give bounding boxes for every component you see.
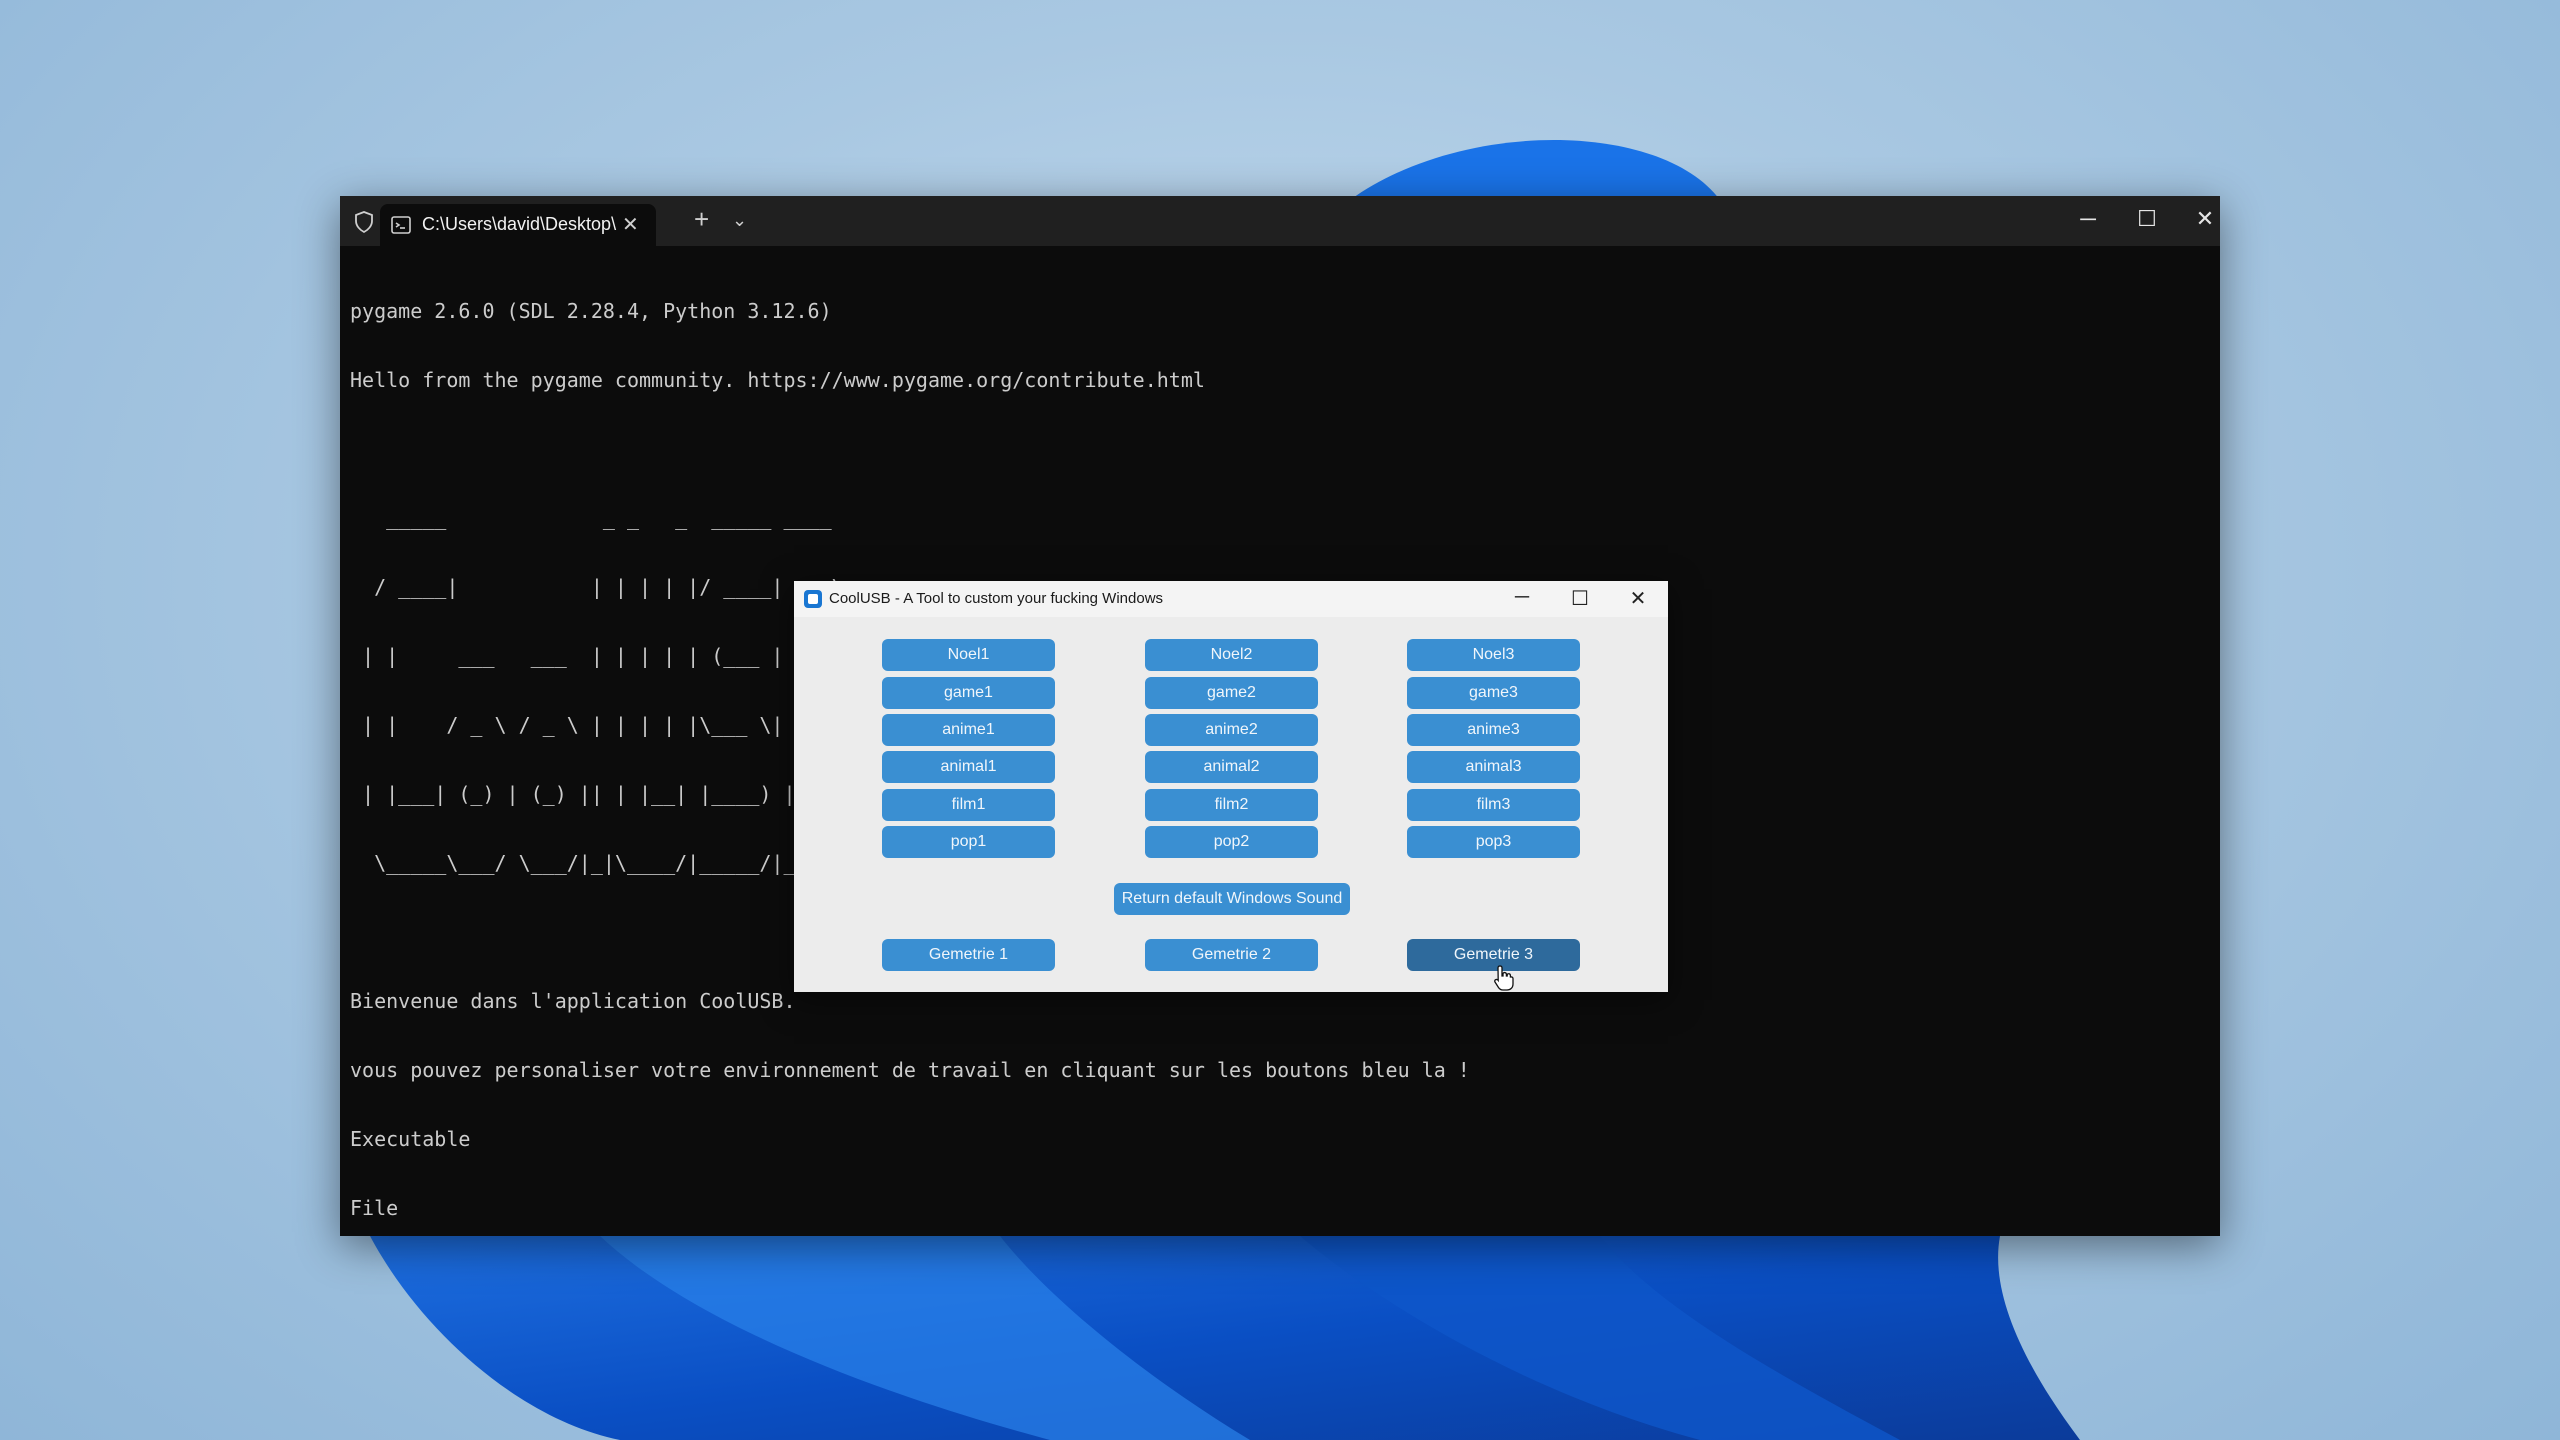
terminal-icon [391,216,411,234]
anime3-button[interactable]: anime3 [1407,714,1580,746]
pop3-button[interactable]: pop3 [1407,826,1580,858]
dialog-close-button[interactable]: ✕ [1623,586,1653,611]
terminal-line: vous pouvez personaliser votre environne… [350,1058,1470,1082]
coolusb-dialog: CoolUSB - A Tool to custom your fucking … [794,581,1668,992]
maximize-button[interactable]: ☐ [2132,206,2162,232]
dialog-titlebar: CoolUSB - A Tool to custom your fucking … [794,581,1668,617]
game2-button[interactable]: game2 [1145,677,1318,709]
game1-button[interactable]: game1 [882,677,1055,709]
dialog-minimize-button[interactable]: ─ [1507,586,1537,609]
terminal-titlebar: C:\Users\david\Desktop\ ✕ + ⌄ ─ ☐ ✕ [340,196,2220,246]
anime2-button[interactable]: anime2 [1145,714,1318,746]
terminal-line: pygame 2.6.0 (SDL 2.28.4, Python 3.12.6) [350,299,832,323]
pop2-button[interactable]: pop2 [1145,826,1318,858]
return-default-sound-button[interactable]: Return default Windows Sound [1114,883,1350,915]
hand-cursor-icon [1494,965,1514,991]
noel3-button[interactable]: Noel3 [1407,639,1580,671]
new-tab-button[interactable]: + [694,206,709,232]
film3-button[interactable]: film3 [1407,789,1580,821]
animal3-button[interactable]: animal3 [1407,751,1580,783]
terminal-line: Executable [350,1127,471,1151]
terminal-line: File [350,1196,399,1220]
tab-dropdown-icon[interactable]: ⌄ [732,210,747,231]
dialog-title: CoolUSB - A Tool to custom your fucking … [829,590,1164,607]
dialog-maximize-button[interactable]: ☐ [1565,586,1595,611]
terminal-line: Hello from the pygame community. https:/… [350,368,1205,392]
anime1-button[interactable]: anime1 [882,714,1055,746]
animal1-button[interactable]: animal1 [882,751,1055,783]
tab-title: C:\Users\david\Desktop\ [422,214,617,234]
terminal-line: Bienvenue dans l'application CoolUSB. [350,989,796,1013]
animal2-button[interactable]: animal2 [1145,751,1318,783]
tab-close-icon[interactable]: ✕ [622,212,639,237]
film1-button[interactable]: film1 [882,789,1055,821]
gemetrie-2-button[interactable]: Gemetrie 2 [1145,939,1318,971]
noel2-button[interactable]: Noel2 [1145,639,1318,671]
terminal-tab[interactable]: C:\Users\david\Desktop\ ✕ [380,204,656,246]
gemetrie-1-button[interactable]: Gemetrie 1 [882,939,1055,971]
game3-button[interactable]: game3 [1407,677,1580,709]
shield-icon[interactable] [352,210,376,234]
ascii-art-line: _____ _ _ _ _____ ____ [350,506,856,530]
minimize-button[interactable]: ─ [2073,206,2103,232]
close-button[interactable]: ✕ [2190,206,2220,232]
pop1-button[interactable]: pop1 [882,826,1055,858]
noel1-button[interactable]: Noel1 [882,639,1055,671]
film2-button[interactable]: film2 [1145,789,1318,821]
app-icon [804,590,822,608]
